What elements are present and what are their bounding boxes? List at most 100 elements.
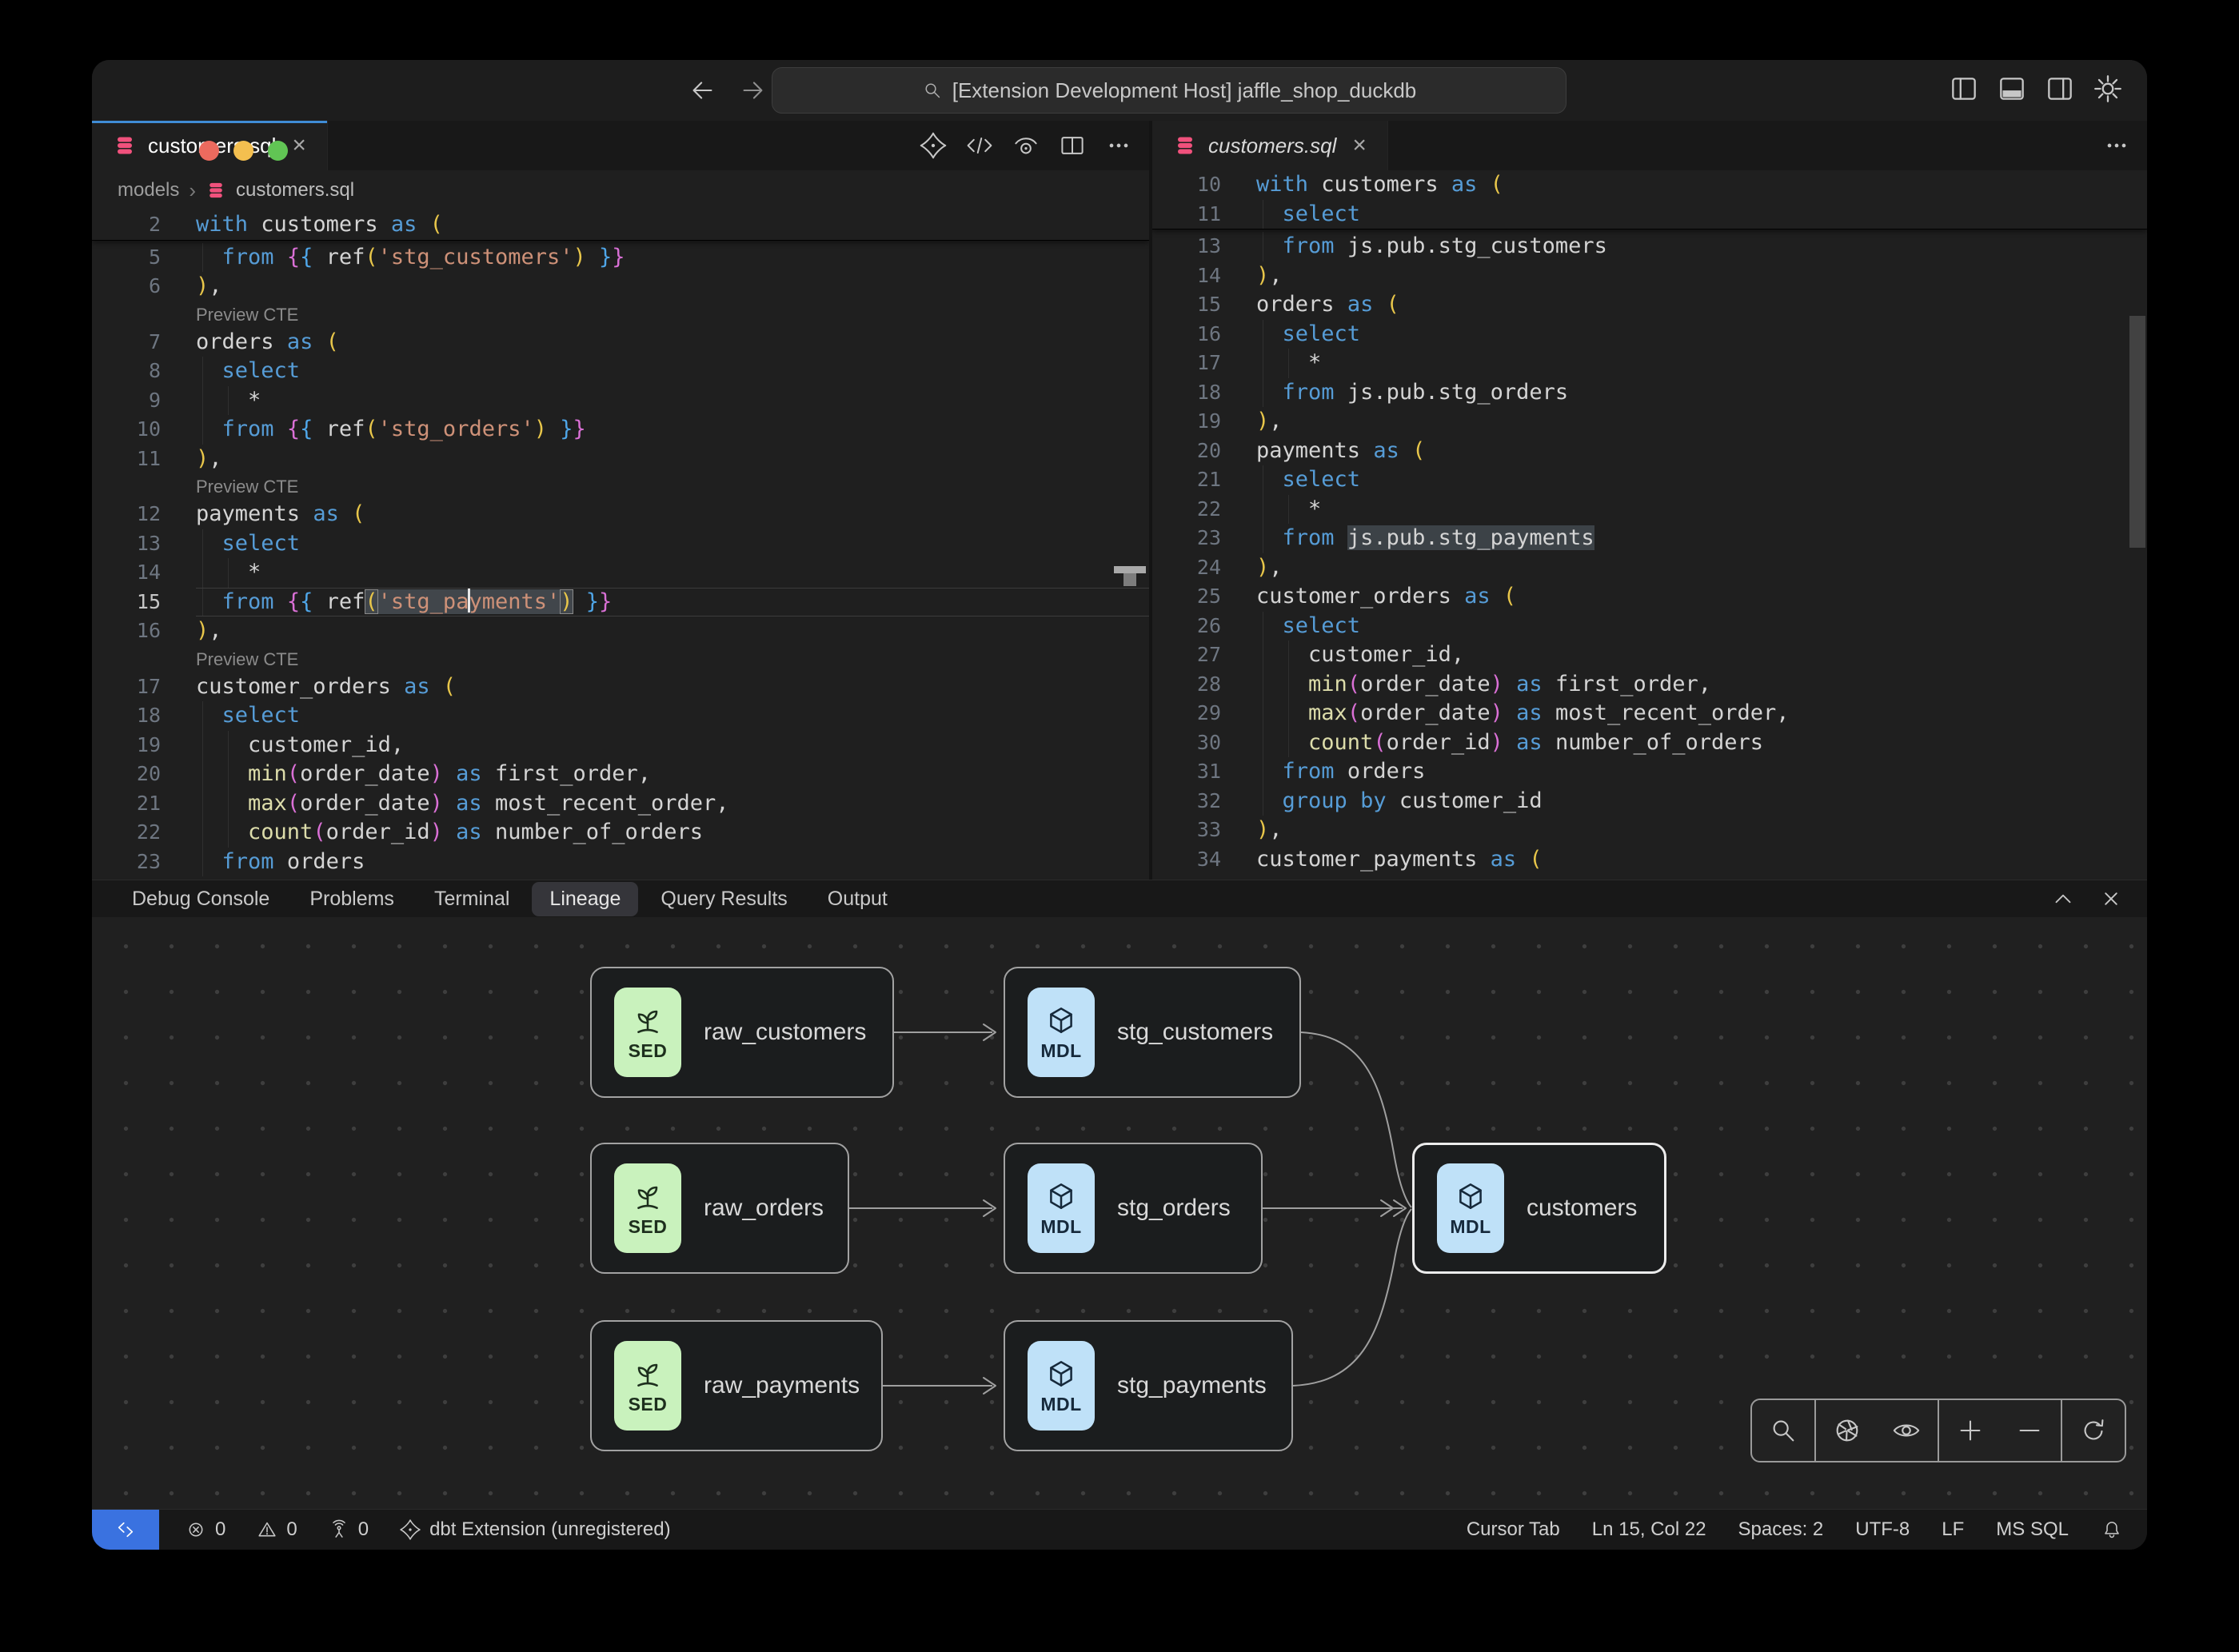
status-item-dbt-logo[interactable]: dbt Extension (unregistered) bbox=[399, 1518, 671, 1541]
codelens-line[interactable]: Preview CTE bbox=[92, 301, 1149, 328]
code-line[interactable]: 25customer_orders as ( bbox=[1152, 582, 2147, 612]
maximize-window-button[interactable] bbox=[268, 141, 288, 161]
close-panel-icon[interactable] bbox=[2097, 885, 2125, 912]
code-line[interactable]: 23 from orders bbox=[92, 848, 1149, 877]
command-center-search[interactable]: [Extension Development Host] jaffle_shop… bbox=[772, 67, 1567, 114]
status-item-spaces-2[interactable]: Spaces: 2 bbox=[1738, 1518, 1824, 1541]
code-line[interactable]: 33), bbox=[1152, 816, 2147, 845]
lineage-node-customers[interactable]: MDLcustomers bbox=[1412, 1143, 1666, 1274]
code-line[interactable]: 17 * bbox=[1152, 349, 2147, 378]
remote-indicator[interactable] bbox=[92, 1510, 159, 1550]
more-actions-icon[interactable] bbox=[2102, 131, 2131, 160]
code-line[interactable]: 12payments as ( bbox=[92, 500, 1149, 529]
code-line[interactable]: 34customer_payments as ( bbox=[1152, 845, 2147, 875]
panel-tab-terminal[interactable]: Terminal bbox=[417, 882, 527, 916]
codelens-line[interactable]: Preview CTE bbox=[92, 646, 1149, 672]
split-editor-icon[interactable] bbox=[1058, 131, 1087, 160]
status-item-ln-15-col-22[interactable]: Ln 15, Col 22 bbox=[1592, 1518, 1706, 1541]
code-line[interactable]: 13 select bbox=[92, 529, 1149, 559]
layout-sidebar-right-icon[interactable] bbox=[2043, 72, 2077, 106]
code-line[interactable]: 15 from {{ ref('stg_payments') }} bbox=[92, 588, 1149, 617]
code-line[interactable]: 15orders as ( bbox=[1152, 290, 2147, 320]
status-item-bell[interactable] bbox=[2101, 1518, 2123, 1541]
code-line[interactable]: 18 from js.pub.stg_orders bbox=[1152, 378, 2147, 408]
code-line[interactable]: 20 min(order_date) as first_order, bbox=[92, 760, 1149, 789]
code-line[interactable]: 11 select bbox=[1152, 200, 2147, 229]
code-line[interactable]: 20payments as ( bbox=[1152, 437, 2147, 466]
preview-eye-icon[interactable] bbox=[1012, 131, 1040, 160]
code-line[interactable]: 14 * bbox=[92, 558, 1149, 588]
panel-tab-debug-console[interactable]: Debug Console bbox=[114, 882, 287, 916]
code-line[interactable]: 9 * bbox=[92, 386, 1149, 416]
code-line[interactable]: 22 * bbox=[1152, 495, 2147, 525]
back-arrow-icon[interactable] bbox=[688, 75, 718, 106]
panel-tab-output[interactable]: Output bbox=[810, 882, 905, 916]
tab-customers-sql-compiled[interactable]: customers.sql × bbox=[1152, 121, 1388, 170]
zoom-out-icon[interactable] bbox=[2014, 1415, 2045, 1446]
code-line[interactable]: 17customer_orders as ( bbox=[92, 672, 1149, 702]
lineage-node-stg_payments[interactable]: MDLstg_payments bbox=[1004, 1320, 1293, 1451]
code-line[interactable]: 28 min(order_date) as first_order, bbox=[1152, 670, 2147, 700]
code-line[interactable]: 27 customer_id, bbox=[1152, 640, 2147, 670]
search-icon[interactable] bbox=[1768, 1415, 1798, 1446]
code-line[interactable]: 19), bbox=[1152, 407, 2147, 437]
code-line[interactable]: 8 select bbox=[92, 357, 1149, 386]
code-line[interactable]: 2with customers as ( bbox=[92, 210, 1149, 240]
code-line[interactable]: 30 count(order_id) as number_of_orders bbox=[1152, 728, 2147, 758]
code-line[interactable]: 32 group by customer_id bbox=[1152, 787, 2147, 816]
code-line[interactable]: 13 from js.pub.stg_customers bbox=[1152, 232, 2147, 261]
code-line[interactable]: 7orders as ( bbox=[92, 328, 1149, 357]
code-line[interactable]: 5 from {{ ref('stg_customers') }} bbox=[92, 243, 1149, 273]
code-lines[interactable]: 5 from {{ ref('stg_customers') }}6),Prev… bbox=[92, 241, 1149, 877]
codelens-label[interactable]: Preview CTE bbox=[196, 649, 298, 669]
status-item-cursor-tab[interactable]: Cursor Tab bbox=[1467, 1518, 1560, 1541]
aperture-icon[interactable] bbox=[1832, 1415, 1862, 1446]
lineage-node-stg_orders[interactable]: MDLstg_orders bbox=[1004, 1143, 1263, 1274]
panel-tab-lineage[interactable]: Lineage bbox=[532, 882, 638, 916]
lineage-canvas[interactable]: SEDraw_customersMDLstg_customersSEDraw_o… bbox=[92, 917, 2147, 1510]
layout-panel-bottom-icon[interactable] bbox=[1995, 72, 2029, 106]
code-line[interactable]: 16), bbox=[92, 617, 1149, 646]
breadcrumb-folder[interactable]: models bbox=[118, 179, 179, 202]
refresh-icon[interactable] bbox=[2078, 1415, 2109, 1446]
maximize-panel-icon[interactable] bbox=[2049, 885, 2077, 912]
ellipsis-icon[interactable] bbox=[1104, 131, 1133, 160]
lineage-node-raw_customers[interactable]: SEDraw_customers bbox=[590, 967, 894, 1098]
codelens-label[interactable]: Preview CTE bbox=[196, 477, 298, 497]
editor-compiled[interactable]: 10with customers as (11 select13 from js… bbox=[1152, 170, 2147, 880]
code-line[interactable]: 18 select bbox=[92, 701, 1149, 731]
code-icon[interactable] bbox=[965, 131, 994, 160]
code-line[interactable]: 19 customer_id, bbox=[92, 731, 1149, 760]
code-line[interactable]: 22 count(order_id) as number_of_orders bbox=[92, 818, 1149, 848]
code-line[interactable]: 29 max(order_date) as most_recent_order, bbox=[1152, 699, 2147, 728]
code-line[interactable]: 14), bbox=[1152, 261, 2147, 291]
sticky-scroll[interactable]: 10with customers as (11 select bbox=[1152, 170, 2147, 229]
code-line[interactable]: 16 select bbox=[1152, 320, 2147, 349]
close-window-button[interactable] bbox=[199, 141, 219, 161]
code-line[interactable]: 11), bbox=[92, 445, 1149, 474]
zoom-in-icon[interactable] bbox=[1955, 1415, 1986, 1446]
code-lines[interactable]: 13 from js.pub.stg_customers14),15orders… bbox=[1152, 229, 2147, 874]
panel-tab-query-results[interactable]: Query Results bbox=[643, 882, 804, 916]
status-item-utf-8[interactable]: UTF-8 bbox=[1855, 1518, 1910, 1541]
close-tab-icon[interactable]: × bbox=[292, 132, 306, 159]
breadcrumb-file[interactable]: customers.sql bbox=[236, 179, 354, 202]
code-line[interactable]: 21 select bbox=[1152, 465, 2147, 495]
code-line[interactable]: 10 from {{ ref('stg_orders') }} bbox=[92, 415, 1149, 445]
lineage-node-raw_orders[interactable]: SEDraw_orders bbox=[590, 1143, 849, 1274]
code-line[interactable]: 31 from orders bbox=[1152, 757, 2147, 787]
status-item-warning[interactable]: 0 bbox=[256, 1518, 297, 1541]
editor-source[interactable]: 2with customers as (5 from {{ ref('stg_c… bbox=[92, 210, 1149, 880]
dbt-logo-icon[interactable] bbox=[919, 131, 948, 160]
status-item-ports[interactable]: 0 bbox=[328, 1518, 369, 1541]
status-item-error[interactable]: 0 bbox=[185, 1518, 225, 1541]
layout-sidebar-left-icon[interactable] bbox=[1947, 72, 1981, 106]
minimize-window-button[interactable] bbox=[233, 141, 253, 161]
breadcrumb[interactable]: models › customers.sql bbox=[92, 170, 1149, 210]
forward-arrow-icon[interactable] bbox=[737, 75, 768, 106]
status-item-lf[interactable]: LF bbox=[1942, 1518, 1964, 1541]
sticky-scroll[interactable]: 2with customers as ( bbox=[92, 210, 1149, 241]
codelens-label[interactable]: Preview CTE bbox=[196, 305, 298, 325]
code-line[interactable]: 26 select bbox=[1152, 612, 2147, 641]
gear-icon[interactable] bbox=[2091, 72, 2125, 106]
